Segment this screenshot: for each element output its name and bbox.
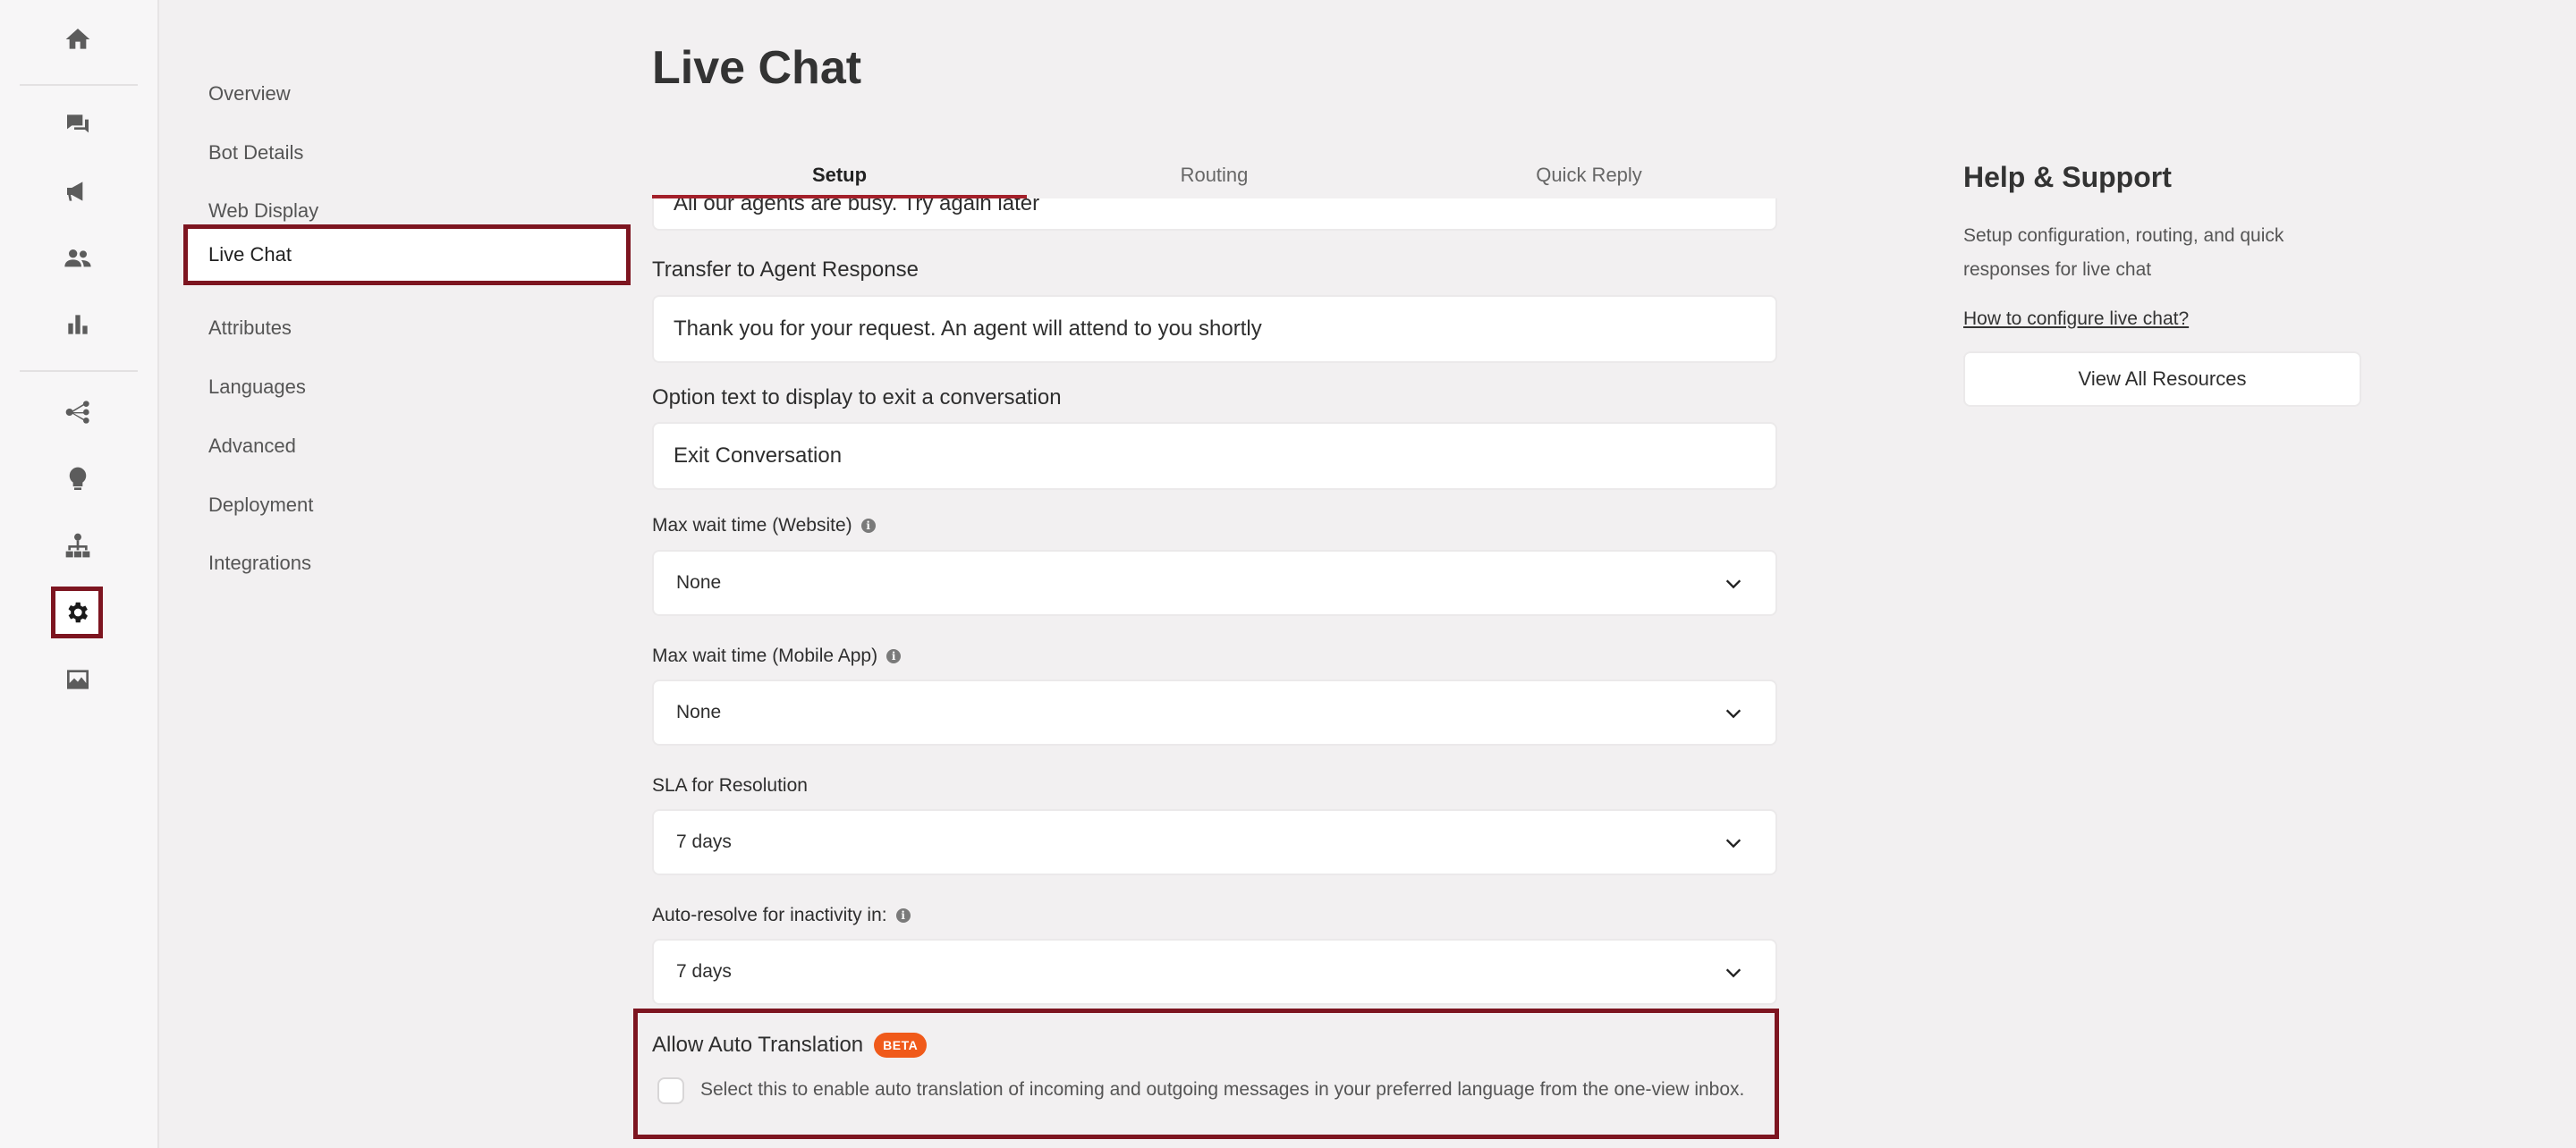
exit-option-label: Option text to display to exit a convers… <box>652 385 1777 410</box>
chevron-down-icon <box>1724 833 1743 853</box>
subnav-item-label: Languages <box>208 376 306 398</box>
exit-option-field: Option text to display to exit a convers… <box>652 385 1777 410</box>
label-text: Auto-resolve for inactivity in: <box>652 905 887 925</box>
auto-translation-checkbox[interactable] <box>657 1077 684 1104</box>
label-text: Option text to display to exit a convers… <box>652 385 1062 409</box>
info-icon[interactable]: i <box>860 519 876 533</box>
sla-value: 7 days <box>676 831 732 852</box>
label-text: Max wait time (Mobile App) <box>652 646 878 666</box>
setup-form[interactable]: All our agents are busy. Try again later… <box>652 198 1777 1148</box>
max-wait-web-label: Max wait time (Website) i <box>652 515 1777 536</box>
max-wait-app-value: None <box>676 702 722 722</box>
rail-divider <box>20 370 138 372</box>
subnav-item-label: Attributes <box>208 317 292 339</box>
info-icon[interactable]: i <box>895 908 911 923</box>
auto-resolve-field: Auto-resolve for inactivity in: i <box>652 905 1777 926</box>
users-icon[interactable] <box>57 238 98 279</box>
busy-message-value: All our agents are busy. Try again later <box>674 198 1040 215</box>
label-text: Transfer to Agent Response <box>652 257 919 282</box>
max-wait-app-select[interactable]: None <box>652 680 1777 746</box>
max-wait-app-label: Max wait time (Mobile App) i <box>652 646 1777 667</box>
max-wait-app-field: Max wait time (Mobile App) i <box>652 646 1777 667</box>
help-title: Help & Support <box>1963 161 2172 193</box>
auto-translation-label: Allow Auto Translation <box>652 1033 864 1057</box>
subnav-item-integrations[interactable]: Integrations <box>183 534 631 593</box>
subnav-item-languages[interactable]: Languages <box>183 358 631 417</box>
max-wait-web-value: None <box>676 572 722 593</box>
beta-badge: BETA <box>874 1033 928 1058</box>
chevron-down-icon <box>1724 704 1743 723</box>
auto-translation-section: Allow Auto Translation BETA Select this … <box>633 1009 1779 1139</box>
auto-translation-title: Allow Auto Translation BETA <box>652 1033 928 1058</box>
transfer-response-value: Thank you for your request. An agent wil… <box>674 317 1262 341</box>
subnav-item-label: Integrations <box>208 552 311 574</box>
info-icon[interactable]: i <box>886 649 902 663</box>
subnav-item-label: Bot Details <box>208 141 304 164</box>
hierarchy-icon[interactable] <box>57 525 98 566</box>
max-wait-web-field: Max wait time (Website) i <box>652 515 1777 536</box>
auto-translation-description: Select this to enable auto translation o… <box>700 1079 1745 1100</box>
icon-rail <box>0 0 159 1148</box>
subnav-item-bot-details[interactable]: Bot Details <box>183 123 631 182</box>
busy-message-input[interactable]: All our agents are busy. Try again later <box>652 198 1777 231</box>
sla-select[interactable]: 7 days <box>652 809 1777 875</box>
subnav-item-overview[interactable]: Overview <box>183 64 631 123</box>
subnav-item-advanced[interactable]: Advanced <box>183 417 631 476</box>
megaphone-icon[interactable] <box>57 171 98 212</box>
gear-icon[interactable] <box>51 587 103 638</box>
tab-quick-reply[interactable]: Quick Reply <box>1402 152 1776 198</box>
chevron-down-icon <box>1724 574 1743 594</box>
transfer-response-label: Transfer to Agent Response <box>652 257 1777 283</box>
image-icon[interactable] <box>57 659 98 700</box>
subnav-item-label: Overview <box>208 82 291 105</box>
auto-resolve-label: Auto-resolve for inactivity in: i <box>652 905 1777 926</box>
lightbulb-icon[interactable] <box>57 459 98 500</box>
tab-label: Quick Reply <box>1536 164 1642 186</box>
sla-label: SLA for Resolution <box>652 775 1777 797</box>
flow-icon[interactable] <box>57 392 98 433</box>
label-text: SLA for Resolution <box>652 775 808 796</box>
chevron-down-icon <box>1724 963 1743 983</box>
configure-live-chat-link[interactable]: How to configure live chat? <box>1963 308 2189 330</box>
tab-bar: Setup Routing Quick Reply <box>652 152 1777 198</box>
button-label: View All Resources <box>2078 367 2247 390</box>
sla-field: SLA for Resolution <box>652 775 1777 797</box>
view-all-resources-button[interactable]: View All Resources <box>1963 351 2361 407</box>
tab-label: Routing <box>1180 164 1249 186</box>
label-text: Max wait time (Website) <box>652 515 852 536</box>
subnav-item-deployment[interactable]: Deployment <box>183 476 631 535</box>
page-title: Live Chat <box>652 42 862 94</box>
subnav-item-label: Deployment <box>208 494 314 516</box>
bar-chart-icon[interactable] <box>57 304 98 345</box>
chat-icon[interactable] <box>57 104 98 145</box>
rail-divider <box>20 84 138 86</box>
max-wait-web-select[interactable]: None <box>652 550 1777 616</box>
subnav-item-attributes[interactable]: Attributes <box>183 299 631 358</box>
subnav-item-label: Live Chat <box>208 243 292 266</box>
exit-option-value: Exit Conversation <box>674 443 843 468</box>
tab-label: Setup <box>811 164 868 186</box>
transfer-response-input[interactable]: Thank you for your request. An agent wil… <box>652 295 1777 363</box>
auto-resolve-select[interactable]: 7 days <box>652 939 1777 1005</box>
home-icon[interactable] <box>57 19 98 60</box>
help-panel: Help & Support Setup configuration, rout… <box>1963 161 2361 407</box>
exit-option-input[interactable]: Exit Conversation <box>652 422 1777 490</box>
tab-routing[interactable]: Routing <box>1027 152 1402 198</box>
transfer-response-field: Transfer to Agent Response <box>652 257 1777 283</box>
help-description: Setup configuration, routing, and quick … <box>1963 225 2284 280</box>
subnav-item-label: Advanced <box>208 435 296 457</box>
subnav-item-label: Web Display <box>208 199 319 222</box>
subnav-item-live-chat[interactable]: Live Chat <box>183 224 631 285</box>
tab-setup[interactable]: Setup <box>652 152 1027 198</box>
auto-resolve-value: 7 days <box>676 961 732 982</box>
